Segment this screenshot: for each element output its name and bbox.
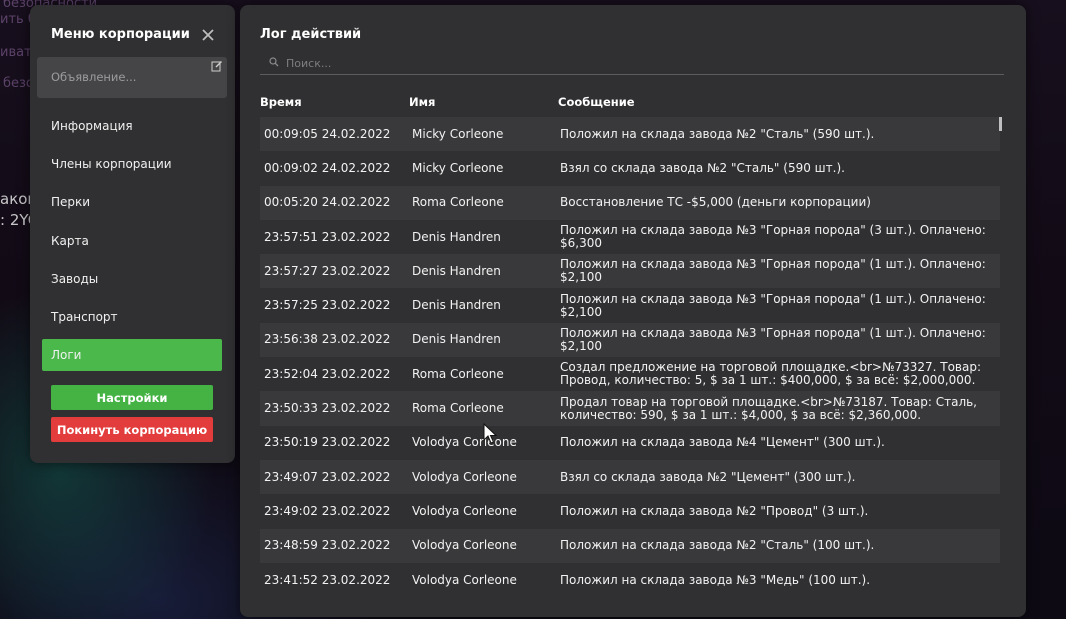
log-name: Volodya Corleone bbox=[412, 503, 517, 518]
menu-item-transport[interactable]: Транспорт bbox=[42, 301, 222, 333]
log-message: Положил на склада завода №2 "Сталь" (590… bbox=[560, 126, 875, 141]
log-name: Volodya Corleone bbox=[412, 538, 517, 553]
menu-item-label: Транспорт bbox=[51, 309, 118, 324]
edit-icon[interactable] bbox=[211, 60, 223, 72]
log-time: 23:57:27 23.02.2022 bbox=[264, 263, 391, 278]
menu-item-label: Логи bbox=[51, 348, 82, 363]
log-time: 23:57:51 23.02.2022 bbox=[264, 229, 391, 244]
log-name: Roma Corleone bbox=[412, 401, 504, 416]
log-name: Roma Corleone bbox=[412, 195, 504, 210]
menu-item-label: Карта bbox=[51, 233, 89, 248]
log-name: Denis Handren bbox=[412, 263, 501, 278]
log-name: Micky Corleone bbox=[412, 126, 504, 141]
log-time: 23:49:02 23.02.2022 bbox=[264, 503, 391, 518]
menu-item-label: Перки bbox=[51, 195, 91, 210]
log-time: 23:52:04 23.02.2022 bbox=[264, 366, 391, 381]
log-row: 23:48:59 23.02.2022 Volodya Corleone Полож… bbox=[260, 528, 1000, 563]
log-name: Roma Corleone bbox=[412, 366, 504, 381]
menu-item-info[interactable]: Информация bbox=[42, 110, 222, 142]
menu-item-label: Члены корпорации bbox=[51, 157, 172, 172]
menu-item-label: Информация bbox=[51, 119, 133, 133]
log-table: 00:09:05 24.02.2022 Micky Corleone Положил… bbox=[260, 117, 1000, 597]
log-row: 23:49:07 23.02.2022 Volodya Corleone Взял … bbox=[260, 459, 1000, 495]
menu-item-label: Заводы bbox=[51, 271, 99, 286]
log-row: 00:09:02 24.02.2022 Micky Corleone Взял со… bbox=[260, 151, 1000, 185]
log-name: Denis Handren bbox=[412, 229, 501, 244]
close-icon[interactable] bbox=[200, 27, 216, 43]
search-icon bbox=[269, 57, 279, 67]
log-message: Взял со склада завода №2 "Цемент" (300 ш… bbox=[560, 469, 856, 484]
menu-list: Информация Члены корпорации Перки Карта … bbox=[42, 110, 222, 377]
log-row: 23:52:04 23.02.2022 Roma Corleone Создал п… bbox=[260, 357, 1000, 391]
log-time: 23:57:25 23.02.2022 bbox=[264, 298, 391, 313]
log-row: 23:50:19 23.02.2022 Volodya Corleone Полож… bbox=[260, 426, 1000, 460]
log-row: 23:57:27 23.02.2022 Denis Handren Положил … bbox=[260, 254, 1000, 289]
log-time: 23:41:52 23.02.2022 bbox=[264, 572, 391, 587]
log-message: Положил на склада завода №3 "Горная поро… bbox=[560, 325, 986, 353]
log-name: Denis Handren bbox=[412, 332, 501, 347]
action-log-panel: Лог действий Время Имя Сообщение 00:09:0… bbox=[240, 5, 1026, 617]
settings-button[interactable]: Настройки bbox=[51, 385, 213, 410]
log-row: 23:57:51 23.02.2022 Denis Handren Положил … bbox=[260, 220, 1000, 254]
leave-corporation-button[interactable]: Покинуть корпорацию bbox=[51, 417, 213, 442]
panel-title: Лог действий bbox=[260, 27, 362, 42]
menu-item-factories[interactable]: Заводы bbox=[42, 263, 222, 295]
log-message: Положил на склада завода №3 "Горная поро… bbox=[560, 291, 986, 319]
log-row: 23:56:38 23.02.2022 Denis Handren Положил … bbox=[260, 322, 1000, 358]
menu-item-perks[interactable]: Перки bbox=[42, 186, 222, 218]
log-message: Положил на склада завода №4 "Цемент" (30… bbox=[560, 435, 885, 450]
log-name: Denis Handren bbox=[412, 298, 501, 313]
menu-item-map[interactable]: Карта bbox=[42, 225, 222, 257]
log-time: 00:09:02 24.02.2022 bbox=[264, 160, 391, 175]
log-message: Положил на склада завода №3 "Горная поро… bbox=[560, 257, 986, 285]
log-row: 23:41:52 23.02.2022 Volodya Corleone Полож… bbox=[260, 563, 1000, 597]
log-message: Положил на склада завода №2 "Провод" (3 … bbox=[560, 503, 869, 518]
column-header-name[interactable]: Имя bbox=[409, 95, 435, 109]
log-time: 23:56:38 23.02.2022 bbox=[264, 332, 391, 347]
column-header-time[interactable]: Время bbox=[260, 95, 302, 109]
menu-item-members[interactable]: Члены корпорации bbox=[42, 148, 222, 180]
log-name: Volodya Corleone bbox=[412, 469, 517, 484]
log-message: Положил на склада завода №2 "Сталь" (100… bbox=[560, 538, 875, 553]
search-input[interactable] bbox=[286, 54, 986, 72]
log-message: Положил на склада завода №3 "Горная поро… bbox=[560, 223, 986, 251]
announcement-field[interactable]: Объявление... bbox=[37, 57, 227, 98]
log-name: Micky Corleone bbox=[412, 160, 504, 175]
log-time: 00:09:05 24.02.2022 bbox=[264, 126, 391, 141]
log-message: Восстановление ТС -$5,000 (деньги корпор… bbox=[560, 195, 871, 210]
log-row: 23:49:02 23.02.2022 Volodya Corleone Полож… bbox=[260, 494, 1000, 528]
log-message: Создал предложение на торговой площадке.… bbox=[560, 360, 982, 388]
log-message: Положил на склада завода №3 "Медь" (100 … bbox=[560, 572, 871, 587]
log-row: 00:05:20 24.02.2022 Roma Corleone Восстано… bbox=[260, 185, 1000, 220]
log-name: Volodya Corleone bbox=[412, 572, 517, 587]
mouse-cursor-icon bbox=[483, 423, 497, 444]
log-message: Продал товар на торговой площадке.<br>№7… bbox=[560, 394, 977, 422]
log-message: Взял со склада завода №2 "Сталь" (590 шт… bbox=[560, 160, 845, 175]
log-row: 00:09:05 24.02.2022 Micky Corleone Положил… bbox=[260, 117, 1000, 152]
announcement-placeholder: Объявление... bbox=[51, 70, 137, 84]
menu-title: Меню корпорации bbox=[51, 27, 190, 42]
log-time: 00:05:20 24.02.2022 bbox=[264, 195, 391, 210]
log-time: 23:49:07 23.02.2022 bbox=[264, 469, 391, 484]
menu-item-logs[interactable]: Логи bbox=[42, 339, 222, 372]
log-time: 23:50:19 23.02.2022 bbox=[264, 435, 391, 450]
corporation-menu: Меню корпорации Объявление... Информация… bbox=[30, 5, 235, 463]
search-bar bbox=[260, 53, 1004, 75]
column-header-message[interactable]: Сообщение bbox=[558, 95, 635, 109]
log-row: 23:57:25 23.02.2022 Denis Handren Положил … bbox=[260, 288, 1000, 322]
log-time: 23:48:59 23.02.2022 bbox=[264, 538, 391, 553]
log-row: 23:50:33 23.02.2022 Roma Corleone Продал т… bbox=[260, 391, 1000, 426]
scrollbar-thumb[interactable] bbox=[999, 117, 1002, 131]
log-time: 23:50:33 23.02.2022 bbox=[264, 401, 391, 416]
